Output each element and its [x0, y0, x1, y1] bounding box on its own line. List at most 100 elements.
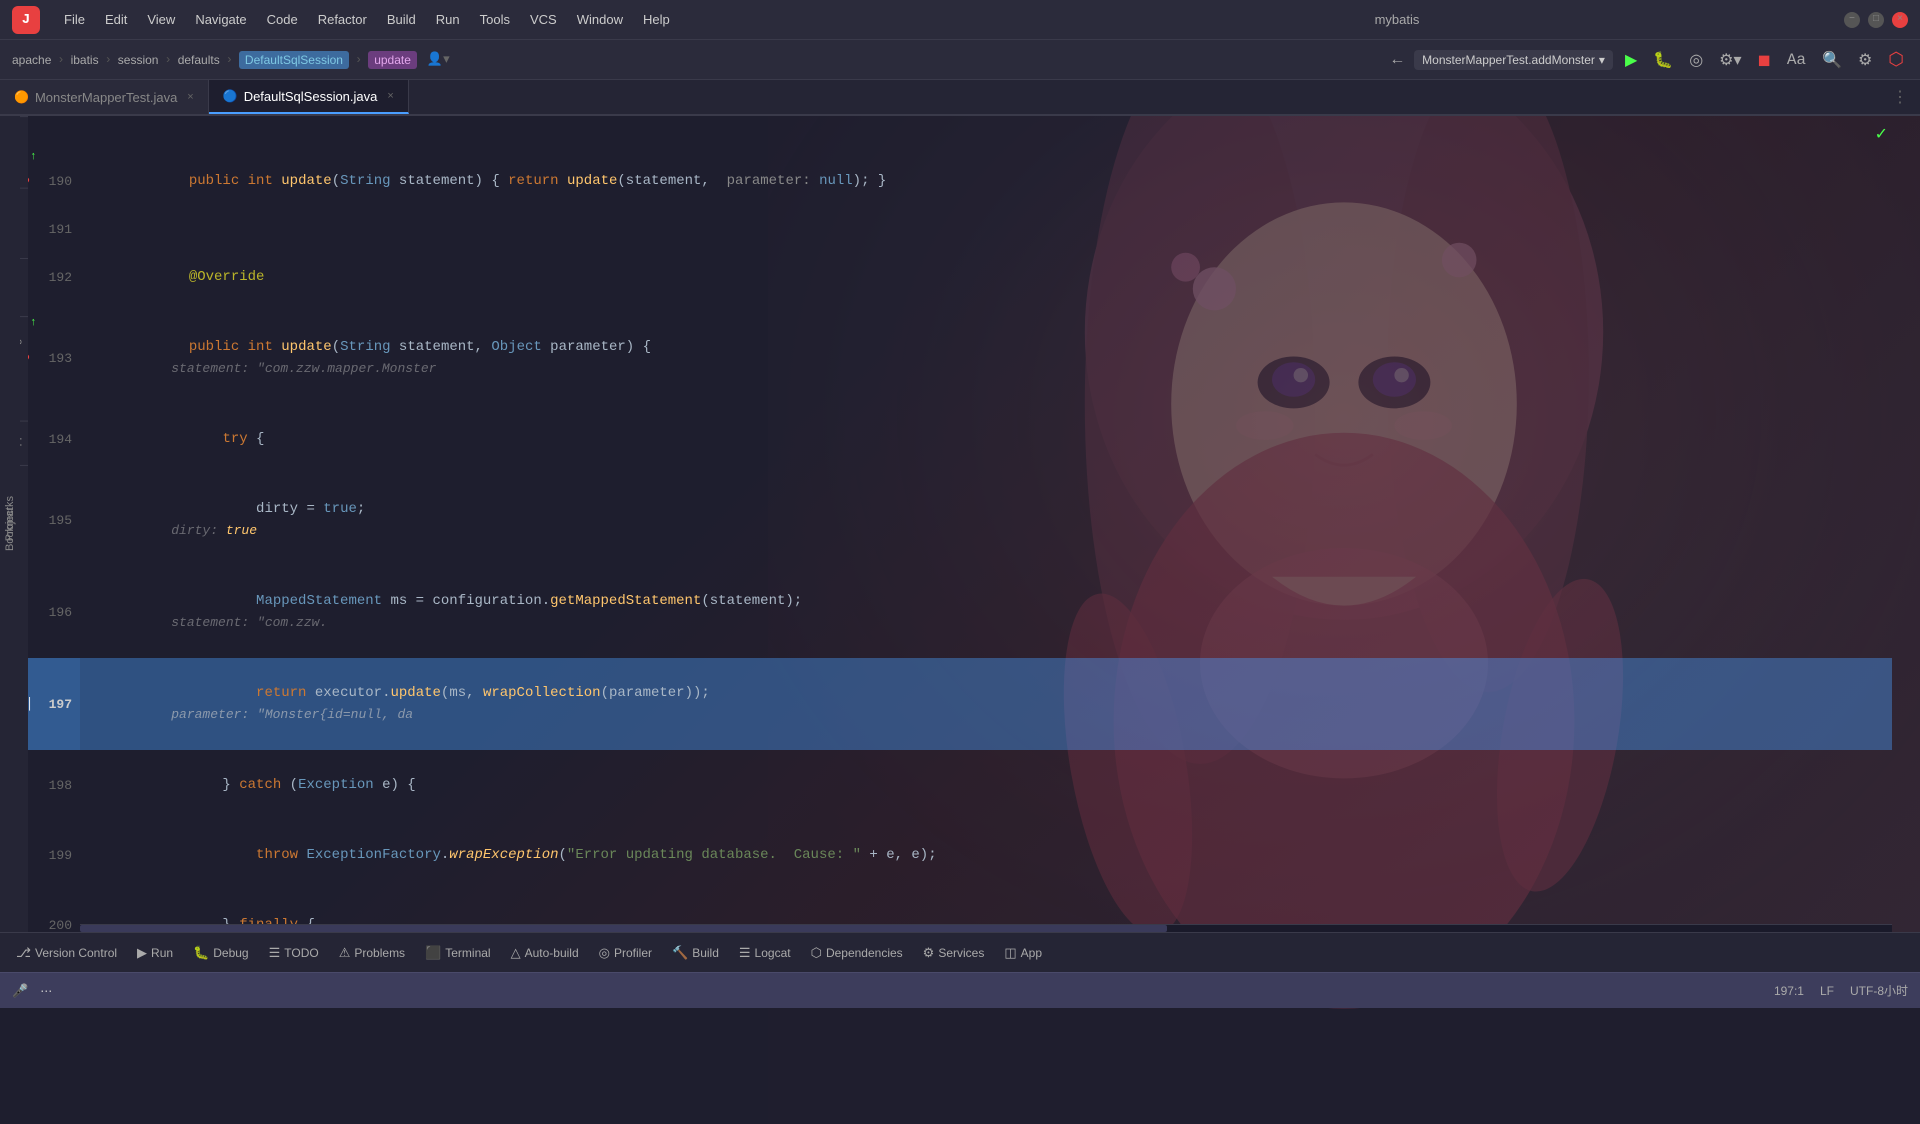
- cursor-position: 197:1: [1774, 984, 1804, 998]
- app-label: App: [1021, 946, 1042, 960]
- menu-item-edit[interactable]: Edit: [97, 8, 135, 31]
- services-button[interactable]: ⚙ Services: [915, 941, 993, 965]
- maximize-button[interactable]: □: [1868, 12, 1884, 28]
- logcat-label: Logcat: [755, 946, 791, 960]
- breadcrumb-session[interactable]: session: [118, 53, 159, 67]
- logcat-button[interactable]: ☰ Logcat: [731, 941, 799, 965]
- todo-icon: ☰: [269, 945, 281, 961]
- bottom-toolbar: ⎇ Version Control ▶ Run 🐛 Debug ☰ TODO ⚠…: [0, 932, 1920, 972]
- exec-icon-190: ↑: [30, 151, 37, 163]
- app-tool-button[interactable]: ◫ App: [996, 941, 1050, 965]
- menu-item-view[interactable]: View: [139, 8, 183, 31]
- close-button[interactable]: ×: [1892, 12, 1908, 28]
- services-icon: ⚙: [923, 945, 935, 961]
- back-icon[interactable]: ←: [1389, 47, 1407, 73]
- app-logo: J: [12, 6, 40, 34]
- project-name: mybatis: [950, 12, 1844, 27]
- code-line-194: 194 try {: [20, 404, 1892, 474]
- tab-label-sql: DefaultSqlSession.java: [244, 89, 378, 104]
- build-icon: 🔨: [672, 945, 688, 961]
- tab-bar: 🟠 MonsterMapperTest.java × 🔵 DefaultSqlS…: [0, 80, 1920, 116]
- debug-tool-button[interactable]: 🐛 Debug: [185, 941, 257, 965]
- coverage-button[interactable]: ◎: [1685, 46, 1707, 74]
- logcat-icon: ☰: [739, 945, 751, 961]
- exec-icon-193: ↑: [30, 317, 37, 329]
- navigation-bar: apache › ibatis › session › defaults › D…: [0, 40, 1920, 80]
- autobuild-button[interactable]: △ Auto-build: [503, 941, 587, 965]
- profiler-button[interactable]: ◎ Profiler: [591, 941, 660, 965]
- debug-label: Debug: [213, 946, 248, 960]
- status-menu-dots: ⋯: [40, 984, 52, 998]
- breadcrumb-ibatis[interactable]: ibatis: [71, 53, 99, 67]
- vc-icon: ⎇: [16, 945, 31, 961]
- build-button[interactable]: 🔨 Build: [664, 941, 727, 965]
- tab-close-sql[interactable]: ×: [387, 90, 393, 102]
- app-icon: ◫: [1004, 945, 1016, 961]
- menu-item-run[interactable]: Run: [428, 8, 468, 31]
- dependencies-label: Dependencies: [826, 946, 903, 960]
- code-line-198: 198 } catch (Exception e) {: [20, 750, 1892, 820]
- lf-text: LF: [1820, 984, 1834, 998]
- tab-close-monster[interactable]: ×: [187, 91, 193, 103]
- translate-button[interactable]: Aa: [1783, 47, 1810, 73]
- settings-button[interactable]: ⚙: [1854, 46, 1876, 74]
- run-icon: ▶: [137, 945, 147, 961]
- editor-main: Bookmarks ✓ 190 ● ↑ public int update(St…: [0, 116, 1920, 932]
- dependencies-icon: ⬡: [811, 945, 822, 961]
- tab-actions: ⋮: [1888, 80, 1920, 114]
- profiler-icon: ◎: [599, 945, 610, 961]
- dependencies-button[interactable]: ⬡ Dependencies: [803, 941, 911, 965]
- menu-item-file[interactable]: File: [56, 8, 93, 31]
- mic-control[interactable]: 🎤: [12, 983, 28, 999]
- search-button[interactable]: 🔍: [1818, 46, 1846, 74]
- stop-button[interactable]: ◼: [1754, 46, 1775, 74]
- settings-dropdown[interactable]: ⚙▾: [1715, 46, 1745, 74]
- mic-icon: 🎤: [12, 983, 28, 999]
- window-controls: − □ ×: [1844, 12, 1908, 28]
- breadcrumb-method[interactable]: update: [368, 51, 417, 69]
- menu-item-navigate[interactable]: Navigate: [187, 8, 254, 31]
- menu-item-build[interactable]: Build: [379, 8, 424, 31]
- status-bar: 🎤 ⋯ 197:1 LF UTF-8小时: [0, 972, 1920, 1008]
- run-config[interactable]: MonsterMapperTest.addMonster ▾: [1414, 50, 1613, 70]
- horizontal-scrollbar[interactable]: [80, 924, 1892, 932]
- menu-item-code[interactable]: Code: [259, 8, 306, 31]
- validation-checkmark: ✓: [1875, 124, 1888, 144]
- line-ending: LF: [1820, 984, 1834, 998]
- version-control-button[interactable]: ⎇ Version Control: [8, 941, 125, 965]
- menu-item-tools[interactable]: Tools: [472, 8, 518, 31]
- code-line-blank2: 191: [20, 216, 1892, 242]
- terminal-button[interactable]: ⬛ Terminal: [417, 941, 499, 965]
- breadcrumb-class[interactable]: DefaultSqlSession: [239, 51, 349, 69]
- run-button[interactable]: ▶: [1621, 46, 1641, 74]
- breadcrumb-defaults[interactable]: defaults: [178, 53, 220, 67]
- debug-button[interactable]: 🐛: [1649, 46, 1677, 74]
- code-line-blank1: [20, 116, 1892, 142]
- menu-item-refactor[interactable]: Refactor: [310, 8, 375, 31]
- autobuild-icon: △: [511, 945, 521, 961]
- scrollbar-thumb[interactable]: [80, 925, 1167, 932]
- problems-button[interactable]: ⚠ Problems: [331, 941, 413, 965]
- status-menu[interactable]: ⋯: [40, 984, 52, 998]
- menu-item-vcs[interactable]: VCS: [522, 8, 565, 31]
- tab-monster-mapper[interactable]: 🟠 MonsterMapperTest.java ×: [0, 80, 209, 114]
- code-editor[interactable]: ✓ 190 ● ↑ public int update(String state…: [20, 116, 1892, 932]
- minimize-button[interactable]: −: [1844, 12, 1860, 28]
- logo-badge: ⬡: [1884, 45, 1908, 75]
- run-config-dropdown[interactable]: ▾: [1599, 53, 1605, 67]
- status-right-items: 197:1 LF UTF-8小时: [1774, 982, 1908, 999]
- tab-default-sql[interactable]: 🔵 DefaultSqlSession.java ×: [209, 80, 409, 114]
- menu-item-window[interactable]: Window: [569, 8, 631, 31]
- run-config-label: MonsterMapperTest.addMonster: [1422, 53, 1595, 67]
- breadcrumb-apache[interactable]: apache: [12, 53, 51, 67]
- tab-menu-button[interactable]: ⋮: [1888, 83, 1912, 111]
- code-line-199: 199 throw ExceptionFactory.wrapException…: [20, 820, 1892, 890]
- code-line-196: 196 MappedStatement ms = configuration.g…: [20, 566, 1892, 658]
- menu-item-help[interactable]: Help: [635, 8, 678, 31]
- problems-label: Problems: [354, 946, 405, 960]
- code-line-193: 193 ● ↑ public int update(String stateme…: [20, 312, 1892, 404]
- run-tool-button[interactable]: ▶ Run: [129, 941, 181, 965]
- todo-button[interactable]: ☰ TODO: [261, 941, 327, 965]
- project-side-panel[interactable]: Project: [0, 116, 20, 932]
- run-label: Run: [151, 946, 173, 960]
